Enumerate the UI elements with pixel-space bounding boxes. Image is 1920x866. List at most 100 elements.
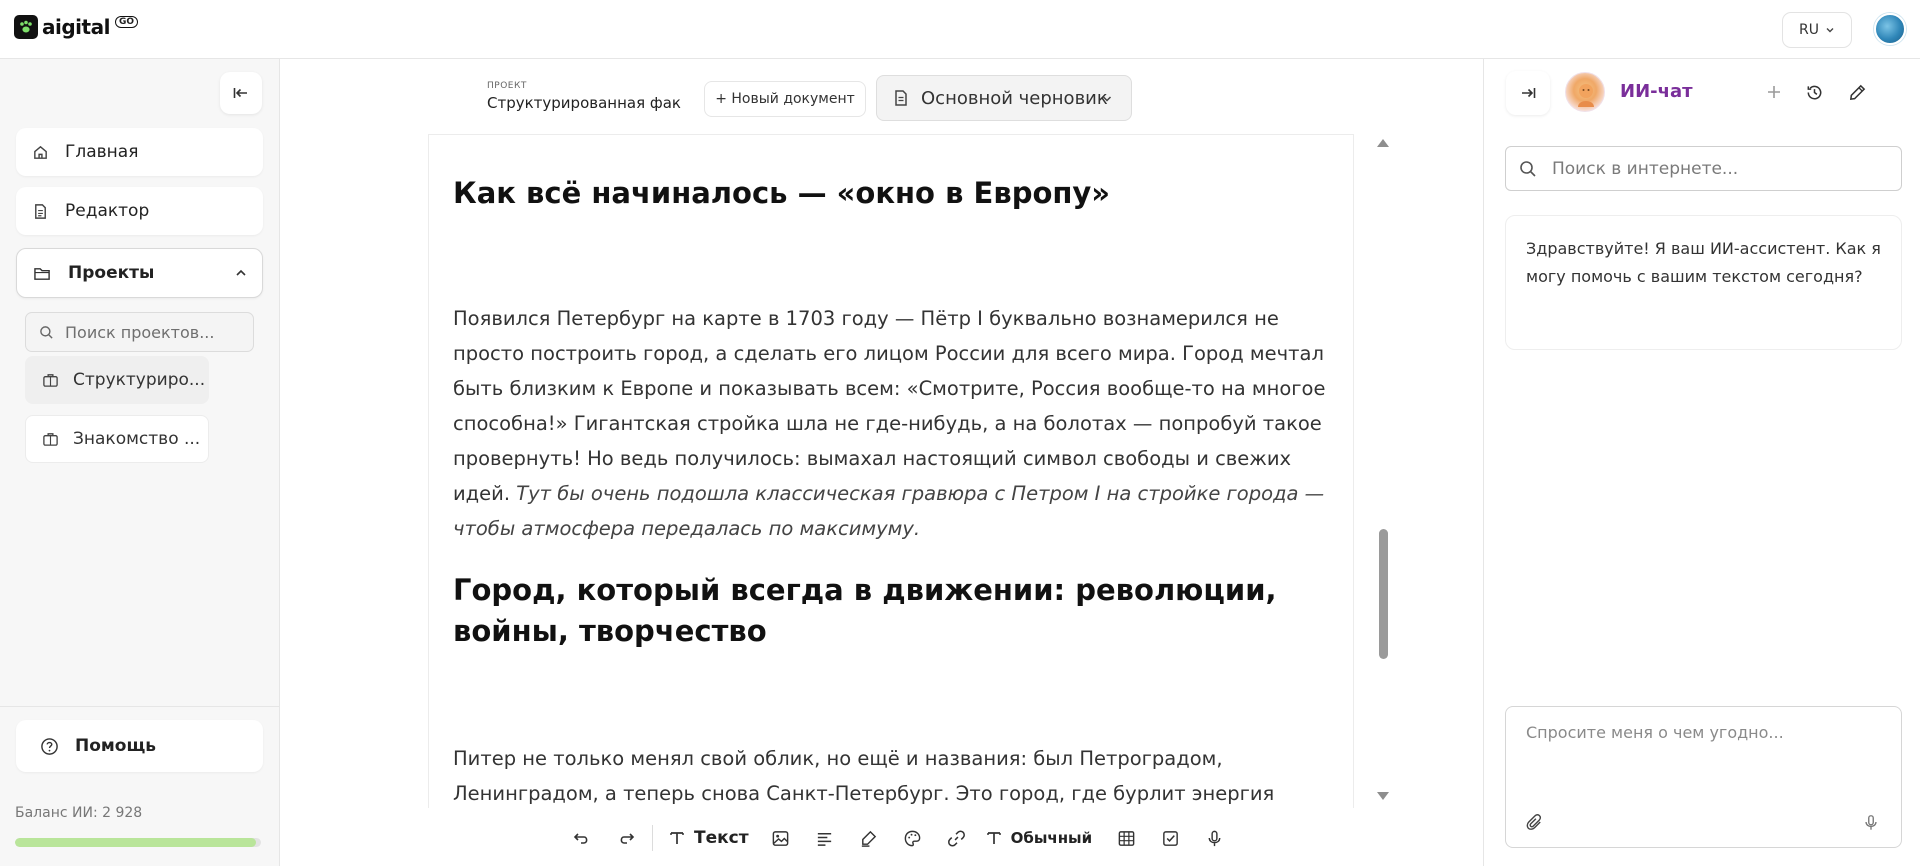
paw-icon — [14, 15, 38, 39]
heading-1[interactable]: Как всё начиналось — «окно в Европу» — [453, 173, 1110, 213]
project-item-label: Знакомство ... — [73, 429, 201, 449]
palette-icon — [904, 830, 921, 846]
chat-history-button[interactable] — [1802, 80, 1826, 104]
paragraph-1[interactable]: Появился Петербург на карте в 1703 году … — [453, 301, 1333, 546]
collapse-right-icon — [1522, 88, 1536, 98]
help-button[interactable]: Помощь — [16, 720, 263, 772]
project-search-input[interactable]: Поиск проектов... — [25, 312, 254, 352]
project-item[interactable]: Знакомство ... — [25, 415, 209, 463]
draft-label: Основной черновик — [921, 87, 1108, 109]
ai-balance-fill — [15, 838, 257, 847]
paragraph-1-italic: Тут бы очень подошла классическая гравюр… — [453, 482, 1325, 540]
language-label: RU — [1799, 22, 1819, 38]
project-item[interactable]: Структуриро... — [25, 356, 209, 404]
editor-page[interactable]: Как всё начиналось — «окно в Европу» Поя… — [428, 134, 1354, 808]
language-selector[interactable]: RU — [1782, 12, 1852, 48]
redo-button[interactable] — [604, 820, 648, 856]
document-icon — [895, 90, 907, 106]
collapse-left-icon — [233, 88, 247, 98]
color-button[interactable] — [891, 820, 935, 856]
text-icon — [670, 832, 684, 844]
assistant-avatar — [1565, 72, 1605, 112]
ai-chat-panel: ИИ-чат Поиск в интернете... Здравствуйте… — [1483, 59, 1920, 866]
briefcase-icon — [43, 433, 58, 446]
project-item-label: Структуриро... — [73, 370, 206, 390]
web-search-input[interactable]: Поиск в интернете... — [1505, 146, 1902, 191]
chat-voice-button[interactable] — [1856, 807, 1886, 837]
sidebar: Главная Редактор Проекты Поиск проектов.… — [0, 59, 280, 866]
table-icon — [1118, 830, 1134, 846]
ai-balance-label: Баланс ИИ: 2 928 — [15, 805, 143, 821]
collapse-chat-button[interactable] — [1506, 71, 1550, 115]
folder-icon — [34, 267, 50, 280]
undo-button[interactable] — [560, 820, 604, 856]
microphone-icon — [1865, 814, 1877, 830]
search-icon — [1520, 160, 1536, 177]
undo-icon — [573, 833, 588, 844]
sidebar-item-editor[interactable]: Редактор — [16, 187, 263, 235]
project-search-placeholder: Поиск проектов... — [65, 322, 215, 342]
voice-input-button[interactable] — [1192, 820, 1236, 856]
chevron-down-icon — [1102, 96, 1112, 102]
assistant-message: Здравствуйте! Я ваш ИИ-ассистент. Как я … — [1505, 215, 1902, 350]
web-search-placeholder: Поиск в интернете... — [1552, 158, 1739, 179]
chevron-down-icon — [1826, 28, 1834, 33]
document-icon — [35, 203, 46, 219]
project-name[interactable]: Структурированная факт-с — [487, 94, 681, 112]
help-label: Помощь — [75, 736, 157, 756]
help-circle-icon — [41, 737, 58, 755]
history-icon — [1807, 85, 1821, 100]
edit-chat-button[interactable] — [1845, 80, 1869, 104]
formatting-toolbar: Текст Обычный — [560, 818, 1240, 858]
heading-2[interactable]: Город, который всегда в движении: револю… — [453, 570, 1333, 652]
checkbox-icon — [1162, 830, 1178, 846]
sidebar-item-projects[interactable]: Проекты — [16, 248, 263, 298]
insert-image-button[interactable] — [759, 820, 803, 856]
briefcase-icon — [43, 374, 58, 387]
home-icon — [34, 145, 47, 159]
logo-text: aigital — [42, 15, 110, 39]
logo-badge: GO — [114, 16, 138, 28]
chat-input[interactable]: Спросите меня о чем угодно... — [1505, 706, 1902, 848]
top-bar: aigital GO RU — [0, 0, 1920, 59]
chat-input-placeholder: Спросите меня о чем угодно... — [1526, 723, 1784, 742]
sidebar-item-label: Редактор — [65, 201, 150, 221]
redo-icon — [620, 833, 635, 844]
document-header: ПРОЕКТ Структурированная факт-с + Новый … — [280, 59, 1483, 135]
highlight-button[interactable] — [847, 820, 891, 856]
new-document-button[interactable]: + Новый документ — [704, 81, 866, 117]
new-chat-button[interactable] — [1762, 80, 1786, 104]
scroll-down-arrow[interactable] — [1377, 792, 1389, 800]
search-icon — [40, 325, 53, 339]
paragraph-style-label: Обычный — [1010, 829, 1093, 847]
toolbar-separator — [652, 825, 653, 851]
highlighter-icon — [861, 830, 877, 847]
insert-table-button[interactable] — [1104, 820, 1148, 856]
scroll-up-arrow[interactable] — [1377, 139, 1389, 147]
attach-file-button[interactable] — [1516, 804, 1552, 840]
plus-icon — [1768, 86, 1780, 98]
collapse-sidebar-button[interactable] — [220, 72, 262, 114]
text-icon — [986, 832, 1001, 844]
sidebar-divider — [0, 706, 279, 707]
draft-selector[interactable]: Основной черновик — [876, 75, 1132, 121]
text-type-label: Текст — [694, 828, 749, 848]
align-button[interactable] — [803, 820, 847, 856]
scrollbar-thumb[interactable] — [1379, 529, 1388, 659]
align-left-icon — [817, 832, 832, 846]
sidebar-item-home[interactable]: Главная — [16, 128, 263, 176]
text-type-button[interactable]: Текст — [662, 828, 759, 848]
paragraph-2[interactable]: Питер не только менял свой облик, но ещё… — [453, 741, 1333, 808]
sidebar-item-label: Главная — [65, 142, 139, 162]
link-button[interactable] — [935, 820, 979, 856]
link-icon — [948, 829, 966, 847]
chevron-up-icon[interactable] — [234, 266, 248, 280]
app-logo[interactable]: aigital GO — [14, 15, 138, 39]
pencil-icon — [1849, 84, 1865, 100]
user-avatar[interactable] — [1874, 13, 1906, 45]
ai-balance-bar — [15, 838, 261, 847]
project-caption: ПРОЕКТ — [487, 81, 527, 91]
image-icon — [772, 830, 789, 846]
paragraph-style-dropdown[interactable]: Обычный — [979, 829, 1105, 847]
checklist-button[interactable] — [1148, 820, 1192, 856]
